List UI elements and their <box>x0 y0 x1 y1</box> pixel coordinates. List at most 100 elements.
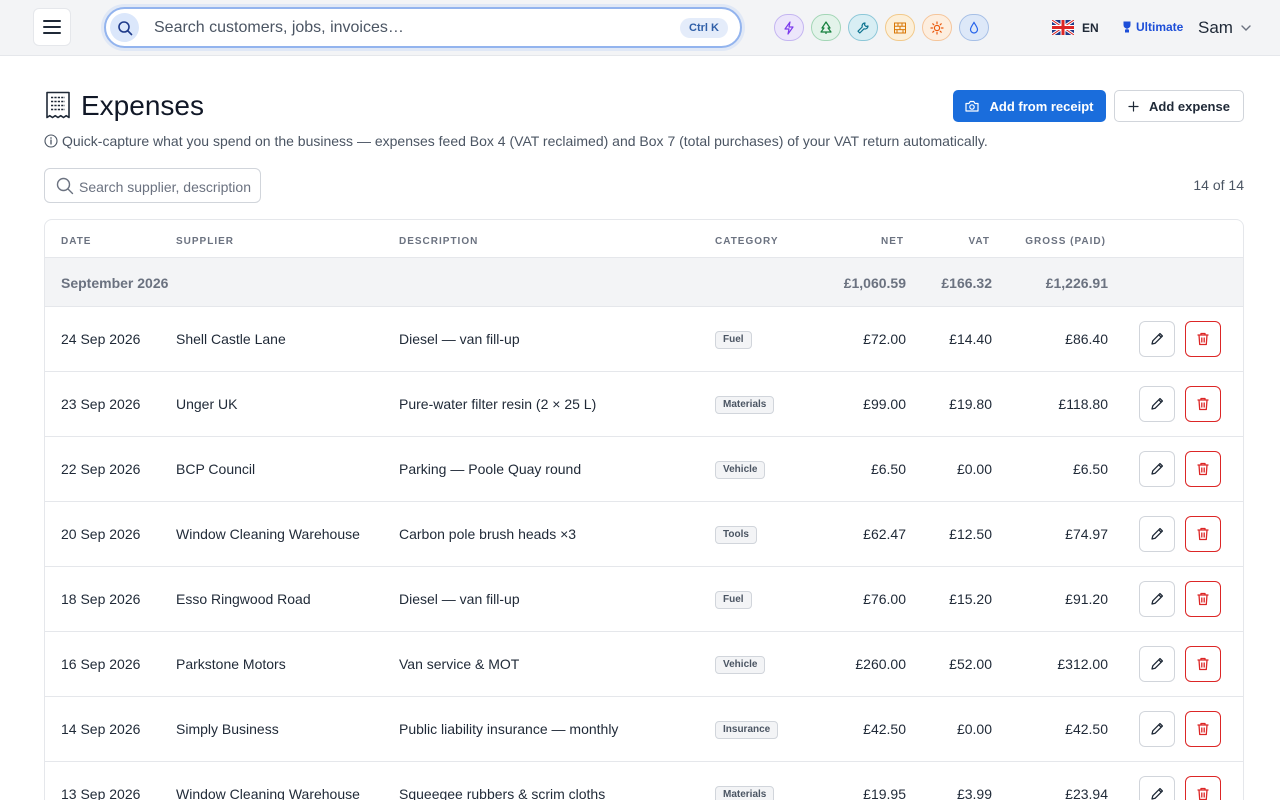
delete-button[interactable] <box>1185 516 1221 552</box>
category-badge: Fuel <box>715 591 752 609</box>
menu-button[interactable] <box>33 8 71 46</box>
delete-button[interactable] <box>1185 776 1221 800</box>
delete-button[interactable] <box>1185 321 1221 357</box>
row-supplier: Simply Business <box>176 721 279 737</box>
table-row[interactable]: 16 Sep 2026 Parkstone Motors Van service &… <box>45 632 1243 697</box>
edit-button[interactable] <box>1139 516 1175 552</box>
delete-button[interactable] <box>1185 451 1221 487</box>
edit-button[interactable] <box>1139 386 1175 422</box>
row-description: Van service & MOT <box>399 656 520 672</box>
table-row[interactable]: 22 Sep 2026 BCP Council Parking — Poole Qu… <box>45 437 1243 502</box>
column-header-date[interactable]: DATE <box>61 236 91 247</box>
delete-button[interactable] <box>1185 386 1221 422</box>
row-net: £260.00 <box>855 656 906 672</box>
receipt-icon <box>46 91 70 119</box>
language-code: EN <box>1082 20 1099 35</box>
table-row[interactable]: 20 Sep 2026 Window Cleaning Warehouse Carb… <box>45 502 1243 567</box>
quick-chip-brick[interactable] <box>885 14 915 41</box>
add-expense-button[interactable]: Add expense <box>1114 90 1244 122</box>
plan-badge[interactable]: Ultimate <box>1122 20 1183 34</box>
row-supplier: Window Cleaning Warehouse <box>176 786 360 800</box>
edit-button[interactable] <box>1139 776 1175 800</box>
row-vat: £14.40 <box>949 331 992 347</box>
trash-icon <box>1197 332 1209 346</box>
category-badge: Vehicle <box>715 461 766 479</box>
trash-icon <box>1197 657 1209 671</box>
result-count: 14 of 14 <box>1193 177 1244 193</box>
user-menu[interactable]: Sam <box>1198 18 1251 38</box>
row-description: Public liability insurance — monthly <box>399 721 619 737</box>
user-name: Sam <box>1198 18 1233 37</box>
row-description: Squeegee rubbers & scrim cloths <box>399 786 606 800</box>
row-gross: £6.50 <box>1072 461 1108 477</box>
row-net: £62.47 <box>863 526 906 542</box>
trash-icon <box>1197 787 1209 800</box>
trash-icon <box>1197 462 1209 476</box>
month-gross-total: £1,226.91 <box>1045 275 1108 291</box>
row-gross: £86.40 <box>1065 331 1108 347</box>
edit-button[interactable] <box>1139 321 1175 357</box>
table-row[interactable]: 14 Sep 2026 Simply Business Public liabili… <box>45 697 1243 762</box>
page-hint: Quick-capture what you spend on the busi… <box>44 133 988 149</box>
category-badge: Tools <box>715 526 757 544</box>
edit-button[interactable] <box>1139 711 1175 747</box>
edit-button[interactable] <box>1139 451 1175 487</box>
row-date: 14 Sep 2026 <box>61 721 141 737</box>
trash-icon <box>1197 527 1209 541</box>
trash-icon <box>1197 592 1209 606</box>
row-description: Pure-water filter resin (2 × 25 L) <box>399 396 597 412</box>
column-header-vat[interactable]: VAT <box>968 236 990 247</box>
row-date: 24 Sep 2026 <box>61 331 141 347</box>
add-expense-label: Add expense <box>1149 98 1230 114</box>
row-supplier: BCP Council <box>176 461 256 477</box>
global-search-input[interactable]: Search customers, jobs, invoices… <box>154 19 404 37</box>
column-header-category[interactable]: CATEGORY <box>715 236 779 247</box>
delete-button[interactable] <box>1185 711 1221 747</box>
quick-chip-tree[interactable] <box>811 14 841 41</box>
table-row[interactable]: 18 Sep 2026 Esso Ringwood Road Diesel — va… <box>45 567 1243 632</box>
column-header-description[interactable]: DESCRIPTION <box>399 236 478 247</box>
row-date: 20 Sep 2026 <box>61 526 141 542</box>
row-vat: £3.99 <box>956 786 992 800</box>
row-gross: £42.50 <box>1065 721 1108 737</box>
brick-wall-icon <box>894 22 906 33</box>
expense-search[interactable]: Search supplier, description, <box>44 168 261 203</box>
language-switcher[interactable]: EN <box>1052 20 1099 35</box>
column-header-gross[interactable]: GROSS (PAID) <box>1025 236 1106 247</box>
uk-flag-icon <box>1052 20 1074 35</box>
row-date: 16 Sep 2026 <box>61 656 141 672</box>
chevron-down-icon <box>1241 25 1251 31</box>
plan-label: Ultimate <box>1136 20 1184 34</box>
trash-icon <box>1197 397 1209 411</box>
page-title: Expenses <box>81 90 204 121</box>
column-header-supplier[interactable]: SUPPLIER <box>176 236 234 247</box>
search-icon <box>56 177 74 195</box>
category-badge: Materials <box>715 396 775 414</box>
row-gross: £91.20 <box>1065 591 1108 607</box>
shortcut-badge: Ctrl K <box>680 18 728 38</box>
table-row[interactable]: 13 Sep 2026 Window Cleaning Warehouse Sque… <box>45 762 1243 800</box>
category-badge: Vehicle <box>715 656 766 674</box>
quick-chip-lightning[interactable] <box>774 14 804 41</box>
quick-chip-wrench[interactable] <box>848 14 878 41</box>
row-vat: £19.80 <box>949 396 992 412</box>
table-row[interactable]: 24 Sep 2026 Shell Castle Lane Diesel — van… <box>45 307 1243 372</box>
delete-button[interactable] <box>1185 646 1221 682</box>
expenses-table: DATE SUPPLIER DESCRIPTION CATEGORY NET V… <box>44 219 1244 800</box>
edit-button[interactable] <box>1139 646 1175 682</box>
column-header-net[interactable]: NET <box>881 236 904 247</box>
quick-chip-droplet[interactable] <box>959 14 989 41</box>
category-badge: Materials <box>715 786 775 800</box>
row-net: £72.00 <box>863 331 906 347</box>
edit-button[interactable] <box>1139 581 1175 617</box>
plus-icon <box>1128 100 1139 112</box>
global-search[interactable]: Search customers, jobs, invoices… Ctrl K <box>104 7 742 48</box>
table-row[interactable]: 23 Sep 2026 Unger UK Pure-water filter res… <box>45 372 1243 437</box>
expense-search-input[interactable]: Search supplier, description, <box>79 179 251 195</box>
quick-chip-sun[interactable] <box>922 14 952 41</box>
row-net: £6.50 <box>870 461 906 477</box>
add-from-receipt-button[interactable]: Add from receipt <box>953 90 1106 122</box>
pencil-icon <box>1151 397 1164 410</box>
top-bar: Search customers, jobs, invoices… Ctrl K… <box>0 0 1280 56</box>
delete-button[interactable] <box>1185 581 1221 617</box>
